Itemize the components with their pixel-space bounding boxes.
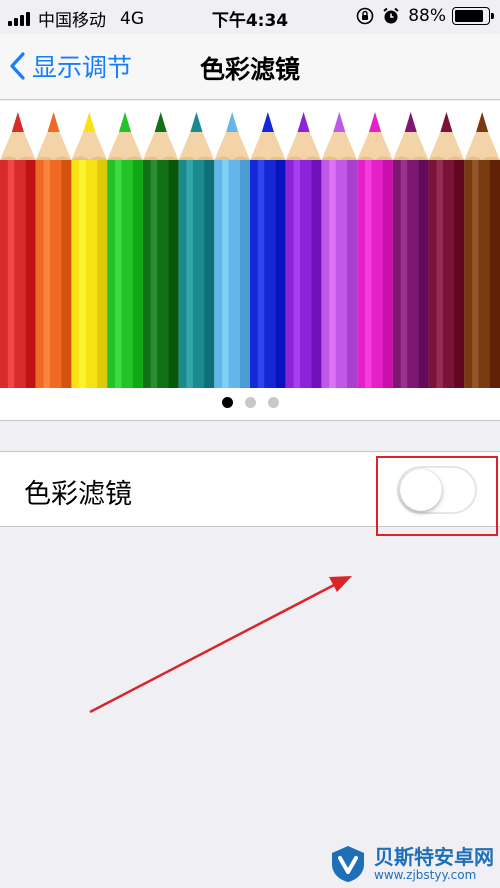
pencil — [321, 112, 358, 388]
pencil — [250, 112, 286, 388]
back-button-label: 显示调节 — [32, 53, 133, 82]
filter-preview-panel[interactable] — [0, 101, 500, 421]
back-button[interactable]: 显示调节 — [10, 48, 132, 84]
color-filters-row: 色彩滤镜 — [0, 451, 500, 527]
pencil — [107, 112, 143, 388]
pencil — [35, 112, 72, 388]
pencil — [71, 112, 108, 388]
orientation-lock-icon — [356, 7, 374, 25]
chevron-left-icon — [10, 52, 25, 80]
pencil — [214, 112, 250, 388]
navigation-bar: 显示调节 色彩滤镜 — [0, 34, 500, 100]
alarm-icon — [383, 7, 399, 24]
watermark-logo-icon — [332, 846, 364, 882]
watermark: 贝斯特安卓网 www.zjbstyy.com — [328, 844, 494, 884]
watermark-title: 贝斯特安卓网 — [374, 845, 494, 869]
status-bar: 中国移动 4G 下午4:34 88% — [0, 0, 500, 34]
pencil — [0, 112, 36, 388]
page-dot[interactable] — [267, 397, 279, 408]
pencil — [392, 112, 429, 388]
pencil — [428, 112, 465, 388]
screen: 中国移动 4G 下午4:34 88% 显示调节 色彩滤镜 色彩滤镜 贝斯特安卓网… — [0, 0, 500, 888]
status-right: 88% — [356, 6, 494, 26]
toggle-knob — [400, 469, 442, 511]
pencil — [464, 112, 500, 388]
pencil — [142, 112, 179, 388]
battery-percent: 88% — [408, 6, 446, 26]
page-indicator[interactable] — [0, 397, 500, 408]
page-dot[interactable] — [244, 397, 256, 408]
pencil — [178, 112, 215, 388]
color-pencils-image — [0, 112, 500, 388]
pencil — [357, 112, 393, 388]
battery-fill — [455, 10, 484, 22]
page-dot[interactable] — [221, 397, 233, 408]
pencil — [285, 112, 322, 388]
color-filters-toggle[interactable] — [397, 466, 477, 514]
color-filters-label: 色彩滤镜 — [24, 479, 132, 510]
battery-icon — [452, 7, 494, 25]
watermark-url: www.zjbstyy.com — [374, 868, 477, 882]
